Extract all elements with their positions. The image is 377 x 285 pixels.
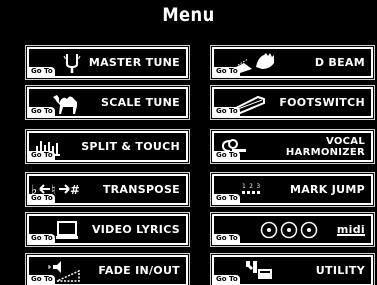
camel-icon [51, 91, 87, 115]
goto-badge: Go To [29, 234, 55, 243]
d-beam-label: D BEAM [314, 56, 365, 69]
scale-tune-button[interactable]: SCALE TUNE Go To [27, 87, 188, 118]
master-tune-label: MASTER TUNE [88, 56, 180, 69]
monitor-icon [56, 218, 78, 242]
fade-in-out-button[interactable]: FADE IN/OUT Go To [27, 255, 188, 285]
mark-jump-button[interactable]: 1 2 3 4 MARK JUMP Go To [212, 174, 373, 205]
goto-badge: Go To [214, 194, 240, 203]
footswitch-button[interactable]: FOOTSWITCH Go To [212, 87, 373, 118]
three-disks-icon [260, 218, 320, 242]
split-touch-label: SPLIT & TOUCH [81, 140, 180, 153]
scale-tune-label: SCALE TUNE [100, 96, 180, 109]
goto-badge: Go To [214, 67, 240, 76]
goto-badge: Go To [214, 107, 240, 116]
mark-jump-label: MARK JUMP [289, 183, 365, 196]
midi-disks-button[interactable]: midi Go To [212, 214, 373, 245]
svg-text:#: # [70, 183, 79, 197]
svg-text:1 2 3 4: 1 2 3 4 [242, 183, 264, 190]
vocal-harmonizer-label: VOCAL HARMONIZER [286, 133, 365, 160]
transpose-button[interactable]: ♭♮# TRANSPOSE Go To [27, 174, 188, 205]
page-title: Menu [162, 4, 215, 26]
video-lyrics-button[interactable]: VIDEO LYRICS Go To [27, 214, 188, 245]
tools-icon [244, 259, 274, 283]
master-tune-button[interactable]: MASTER TUNE Go To [27, 47, 188, 78]
split-touch-button[interactable]: SPLIT & TOUCH Go To [27, 131, 188, 162]
goto-badge: Go To [29, 107, 55, 116]
utility-button[interactable]: UTILITY Go To [212, 255, 373, 285]
goto-badge: Go To [29, 151, 55, 160]
midi-label: midi [336, 223, 365, 236]
vocal-harmonizer-line2: HARMONIZER [285, 146, 365, 158]
fade-in-out-label: FADE IN/OUT [98, 264, 180, 277]
goto-badge: Go To [214, 234, 240, 243]
transpose-label: TRANSPOSE [102, 183, 180, 196]
mark-numbers-icon: 1 2 3 4 [242, 178, 264, 202]
vocal-harmonizer-line1: VOCAL [325, 135, 365, 147]
vocal-harmonizer-button[interactable]: VOCAL HARMONIZER Go To [212, 131, 373, 162]
goto-badge: Go To [214, 275, 240, 284]
d-beam-button[interactable]: D BEAM Go To [212, 47, 373, 78]
goto-badge: Go To [29, 275, 55, 284]
utility-label: UTILITY [315, 264, 365, 277]
video-lyrics-label: VIDEO LYRICS [91, 223, 180, 236]
tuning-fork-icon [63, 51, 81, 75]
goto-badge: Go To [214, 151, 240, 160]
goto-badge: Go To [29, 67, 55, 76]
menu-screen: Menu MASTER TUNE Go To D BEAM Go To SCAL… [0, 0, 377, 285]
goto-badge: Go To [29, 194, 55, 203]
footswitch-label: FOOTSWITCH [279, 96, 365, 109]
